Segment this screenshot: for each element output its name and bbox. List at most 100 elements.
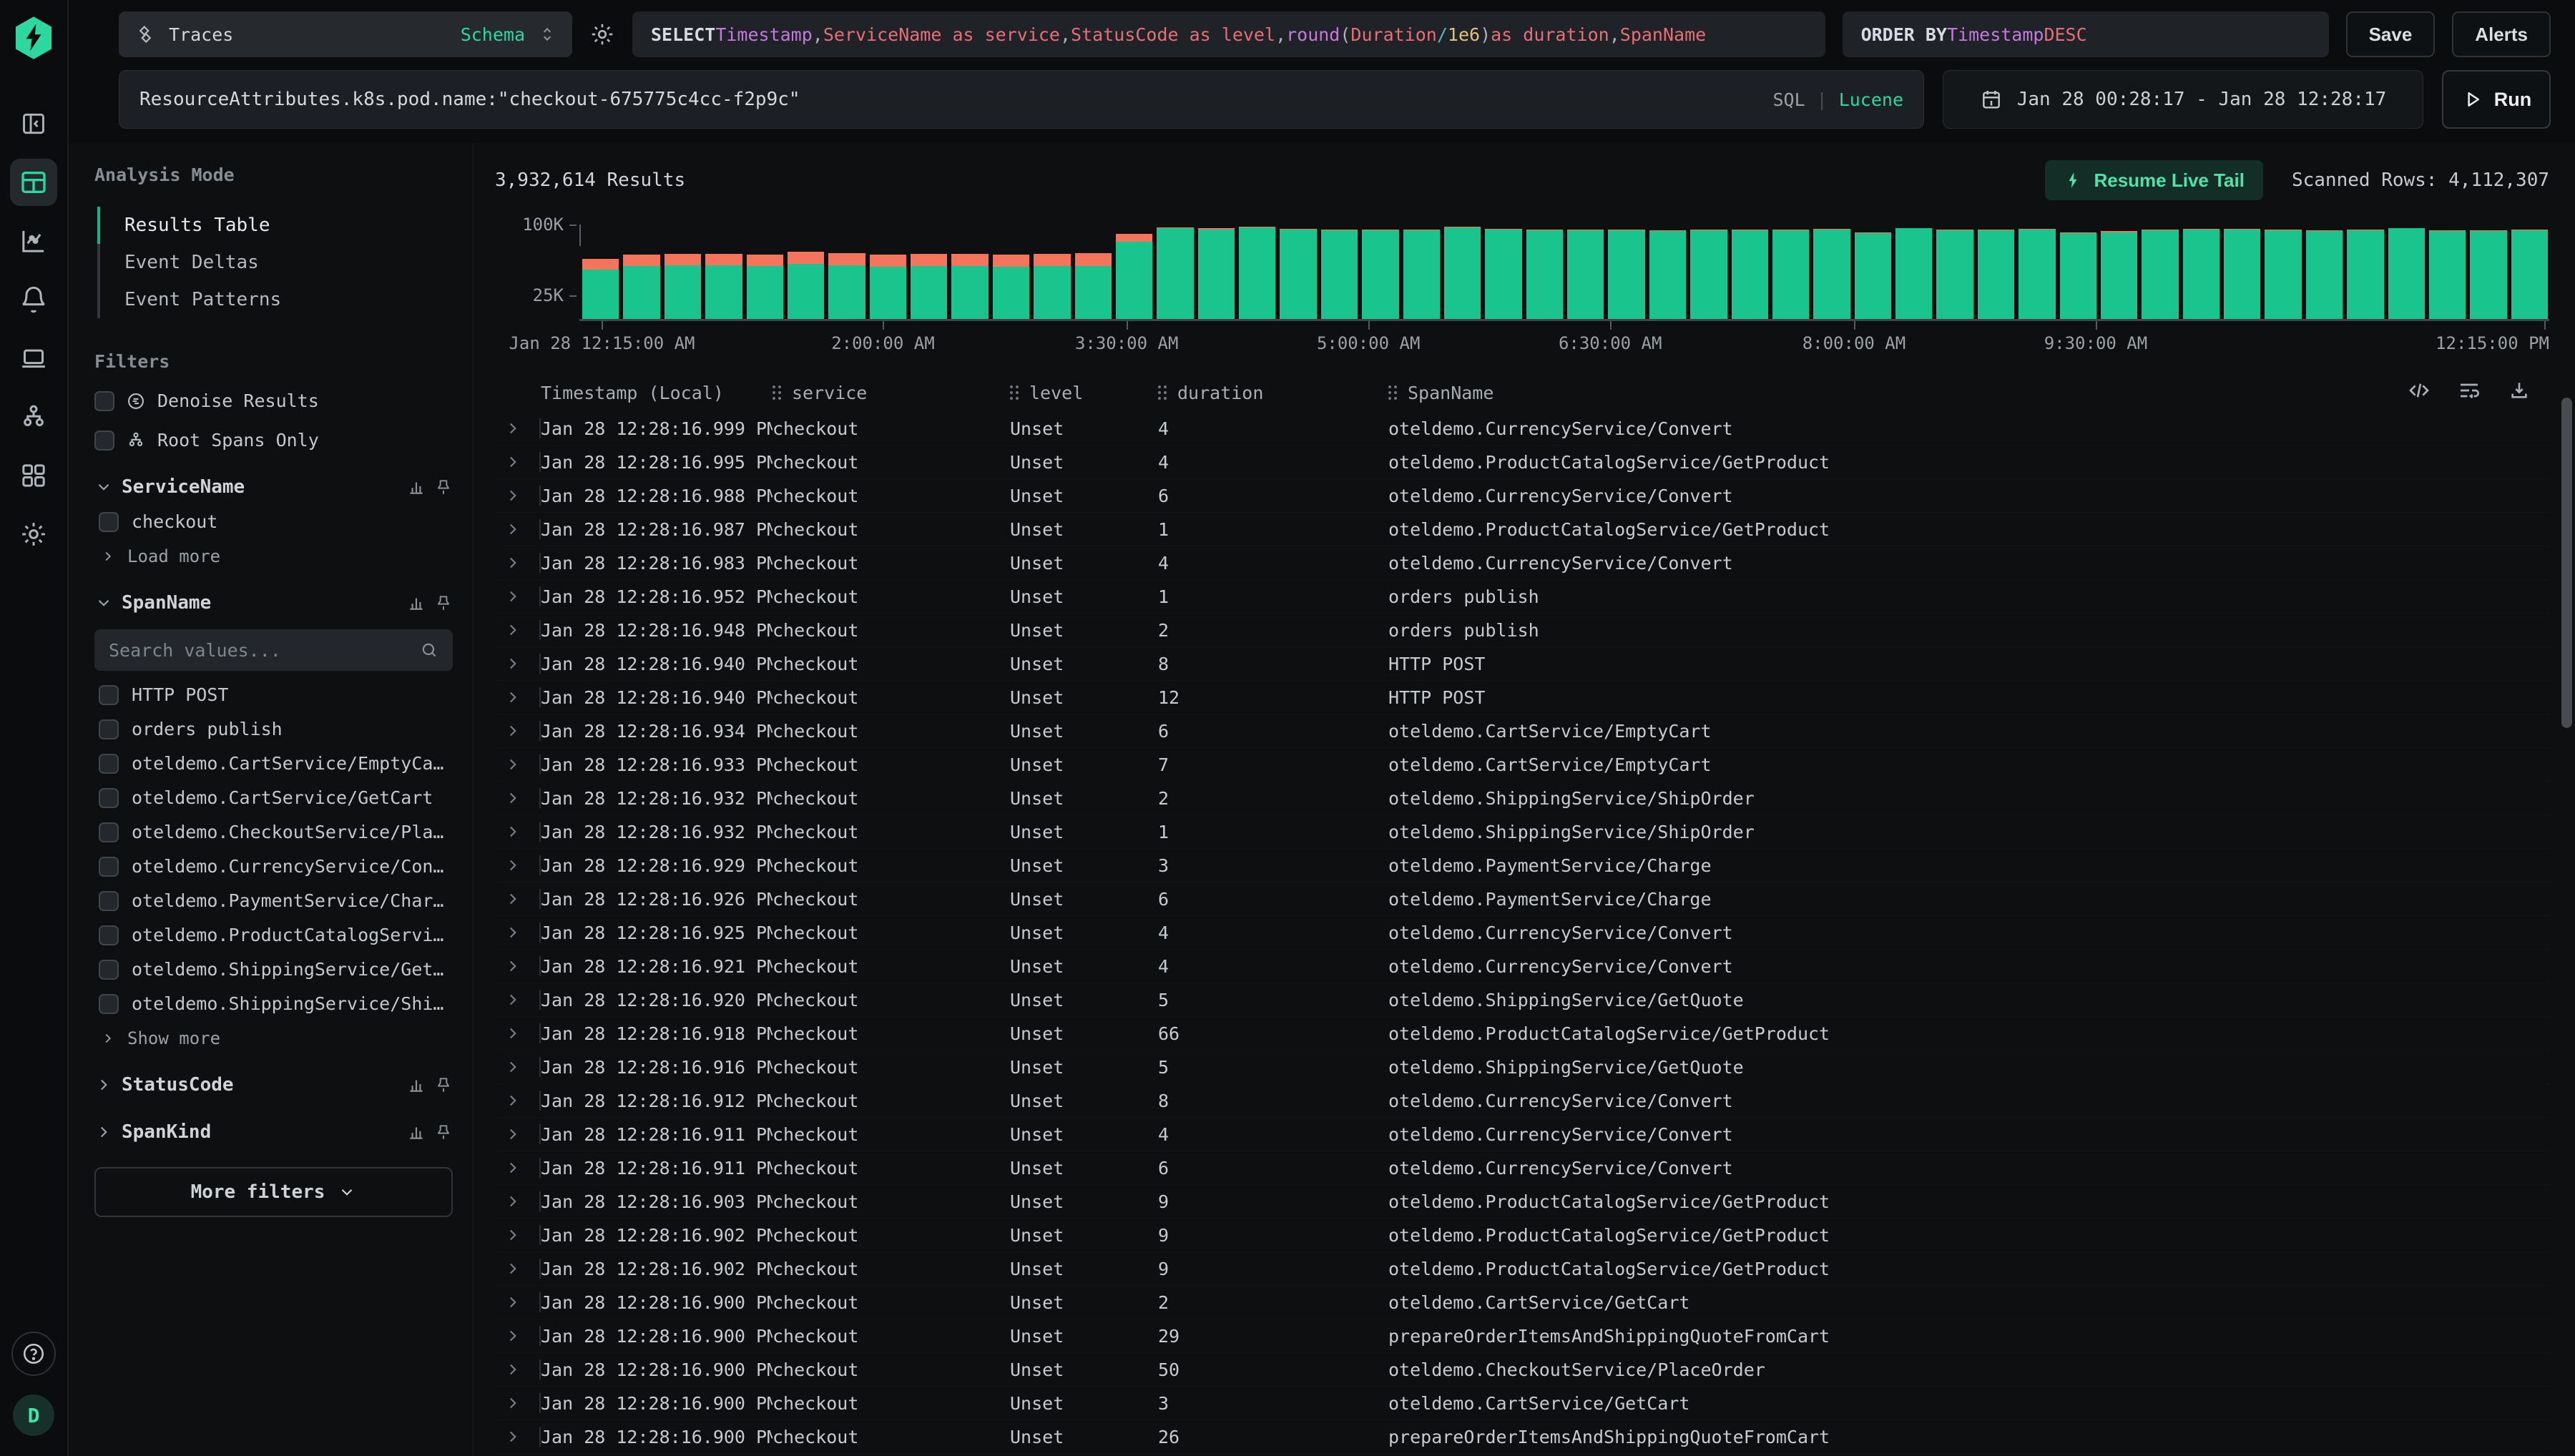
expand-row-chevron-icon[interactable] [504,923,522,942]
hyperdx-logo-icon[interactable] [13,16,54,60]
histogram-bar[interactable] [1362,230,1398,319]
histogram-bar[interactable] [1280,229,1316,319]
histogram-bar[interactable] [828,253,865,319]
expand-row-chevron-icon[interactable] [504,688,522,707]
table-row[interactable]: Jan 28 12:28:16.902 PMcheckoutUnset9otel… [495,1252,2549,1286]
servicename-load-more[interactable]: Load more [94,546,453,566]
histogram-bar[interactable] [1649,230,1686,319]
filter-value-row[interactable]: checkout [94,511,453,532]
mode-lucene[interactable]: Lucene [1839,89,1903,110]
histogram-bar[interactable] [1239,227,1275,319]
expand-row-chevron-icon[interactable] [504,1394,522,1412]
source-selector[interactable]: Traces Schema [119,11,572,57]
download-icon[interactable] [2508,379,2531,402]
wrap-lines-icon[interactable] [2458,379,2481,402]
view-source-code-icon[interactable] [2408,379,2431,402]
expand-row-chevron-icon[interactable] [504,822,522,841]
expand-row-chevron-icon[interactable] [504,587,522,606]
col-duration[interactable]: duration [1158,383,1388,403]
filter-value-row[interactable]: oteldemo.CartService/EmptyCa… [94,753,453,774]
col-level[interactable]: level [1010,383,1158,403]
histogram-bar[interactable] [2347,230,2383,319]
col-spanname[interactable]: SpanName [1388,383,2406,403]
table-row[interactable]: Jan 28 12:28:16.925 PMcheckoutUnset4otel… [495,916,2549,950]
table-row[interactable]: Jan 28 12:28:16.911 PMcheckoutUnset6otel… [495,1151,2549,1185]
histogram-bar[interactable] [2306,230,2343,319]
expand-row-chevron-icon[interactable] [504,1125,522,1143]
pin-icon[interactable] [434,1076,453,1094]
histogram-bar[interactable] [2265,230,2301,319]
table-row[interactable]: Jan 28 12:28:16.900 PMcheckoutUnset2otel… [495,1286,2549,1319]
histogram-bar[interactable] [705,254,742,319]
histogram-bar[interactable] [2511,230,2548,319]
table-row[interactable]: Jan 28 12:28:16.926 PMcheckoutUnset6otel… [495,882,2549,916]
mode-sql[interactable]: SQL [1772,89,1805,110]
histogram-bar[interactable] [1772,230,1809,319]
date-range-picker[interactable]: Jan 28 00:28:17 - Jan 28 12:28:17 [1943,70,2423,129]
histogram-bar[interactable] [1485,229,1521,319]
histogram-bar[interactable] [1403,230,1440,319]
expand-row-chevron-icon[interactable] [504,486,522,505]
filter-value-row[interactable]: oteldemo.ShippingService/Shi… [94,993,453,1014]
settings-gear-icon[interactable] [10,511,57,558]
search-results-table-icon[interactable] [10,159,57,206]
histogram-bar[interactable] [747,255,783,319]
histogram-bar[interactable] [2470,230,2506,319]
histogram-bar[interactable] [1075,253,1112,319]
pin-icon[interactable] [434,1123,453,1141]
filter-value-row[interactable]: oteldemo.ShippingService/Get… [94,959,453,980]
filter-value-row[interactable]: oteldemo.ProductCatalogServi… [94,925,453,945]
histogram-bar[interactable] [2183,229,2220,319]
alerts-bell-icon[interactable] [10,276,57,323]
expand-row-chevron-icon[interactable] [504,990,522,1009]
servicename-section-header[interactable]: ServiceName [94,476,453,498]
table-row[interactable]: Jan 28 12:28:16.940 PMcheckoutUnset8HTTP… [495,647,2549,681]
expand-row-chevron-icon[interactable] [504,1159,522,1177]
expand-row-chevron-icon[interactable] [504,520,522,538]
dashboards-grid-icon[interactable] [10,452,57,499]
more-filters-button[interactable]: More filters [94,1167,453,1217]
mini-chart-icon[interactable] [407,478,426,496]
histogram-bar[interactable] [1526,230,1563,319]
spanname-show-more[interactable]: Show more [94,1028,453,1048]
filter-value-row[interactable]: oteldemo.PaymentService/Char… [94,890,453,911]
table-row[interactable]: Jan 28 12:28:16.912 PMcheckoutUnset8otel… [495,1084,2549,1118]
table-row[interactable]: Jan 28 12:28:16.932 PMcheckoutUnset1otel… [495,815,2549,849]
spanname-search-input[interactable]: Search values... [94,629,453,671]
filter-value-checkbox[interactable] [99,512,119,532]
denoise-results-toggle[interactable]: Denoise Results [94,390,453,411]
table-row[interactable]: Jan 28 12:28:16.900 PMcheckoutUnset3otel… [495,1387,2549,1420]
spankind-section-header[interactable]: SpanKind [94,1121,453,1143]
statuscode-section-header[interactable]: StatusCode [94,1074,453,1096]
histogram-bar[interactable] [1198,228,1235,319]
histogram-bar[interactable] [2429,230,2466,319]
mini-chart-icon[interactable] [407,594,426,612]
histogram-bar[interactable] [2060,232,2096,319]
filter-value-checkbox[interactable] [99,685,119,705]
drag-grip-icon[interactable] [1158,385,1167,400]
histogram-bar[interactable] [623,255,659,319]
histogram-bar[interactable] [788,252,824,319]
histogram-bar[interactable] [1608,230,1644,319]
histogram-bar[interactable] [2224,229,2260,319]
histogram-bar[interactable] [1157,227,1193,319]
histogram-bar[interactable] [1567,230,1604,319]
drag-grip-icon[interactable] [1010,385,1019,400]
filter-value-checkbox[interactable] [99,994,119,1014]
col-timestamp[interactable]: Timestamp (Local) [541,383,772,403]
table-row[interactable]: Jan 28 12:28:16.940 PMcheckoutUnset12HTT… [495,681,2549,714]
table-row[interactable]: Jan 28 12:28:16.987 PMcheckoutUnset1otel… [495,513,2549,546]
expand-row-chevron-icon[interactable] [504,1360,522,1379]
table-row[interactable]: Jan 28 12:28:16.900 PMcheckoutUnset29pre… [495,1319,2549,1353]
filter-value-checkbox[interactable] [99,719,119,739]
histogram-bar[interactable] [1116,234,1152,319]
expand-row-chevron-icon[interactable] [504,890,522,908]
schema-toggle[interactable]: Schema [461,24,525,45]
table-row[interactable]: Jan 28 12:28:16.921 PMcheckoutUnset4otel… [495,950,2549,983]
histogram-bar[interactable] [870,255,906,319]
client-sessions-icon[interactable] [10,335,57,382]
expand-row-chevron-icon[interactable] [504,554,522,572]
table-row[interactable]: Jan 28 12:28:16.929 PMcheckoutUnset3otel… [495,849,2549,882]
table-row[interactable]: Jan 28 12:28:16.988 PMcheckoutUnset6otel… [495,479,2549,513]
table-row[interactable]: Jan 28 12:28:16.934 PMcheckoutUnset6otel… [495,714,2549,748]
